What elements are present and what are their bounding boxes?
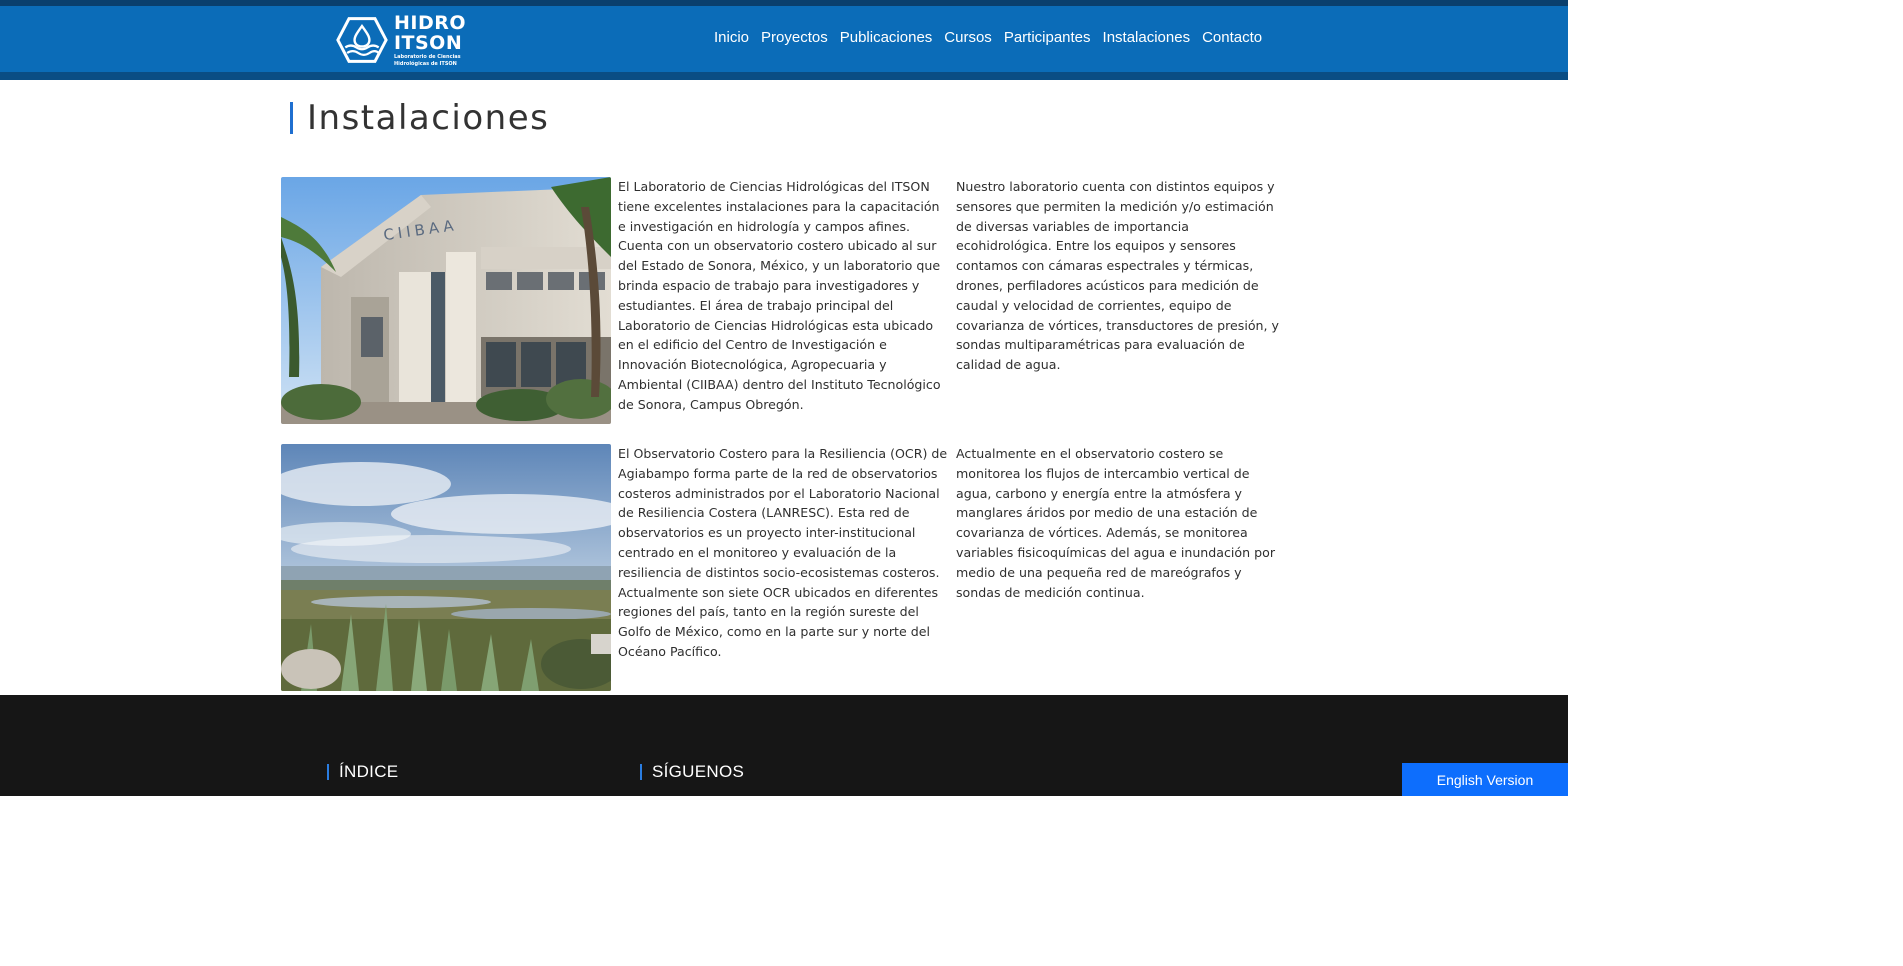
section-2-text-left: El Observatorio Costero para la Resilien… — [618, 446, 948, 659]
logo-title-line2: ITSON — [393, 32, 463, 54]
nav-instalaciones[interactable]: Instalaciones — [1097, 27, 1197, 49]
page-title-block: Instalaciones — [290, 98, 549, 138]
coastal-landscape-photo — [281, 444, 611, 691]
main-nav: Inicio Proyectos Publicaciones Cursos Pa… — [708, 27, 1268, 49]
nav-publicaciones[interactable]: Publicaciones — [834, 27, 939, 49]
footer-accent-bar — [640, 764, 642, 780]
water-drop-hexagon-logo-icon — [336, 17, 388, 63]
site-footer — [0, 695, 1568, 796]
building-photo: CIIBAA — [281, 177, 611, 424]
section-1-text-left: El Laboratorio de Ciencias Hidrológicas … — [618, 179, 941, 412]
nav-participantes[interactable]: Participantes — [998, 27, 1097, 49]
page-title: Instalaciones — [307, 98, 550, 138]
footer-accent-bar — [327, 764, 329, 780]
site-logo[interactable]: HIDRO ITSON Laboratorio de Ciencias Hidr… — [336, 13, 466, 67]
section-1-text-right: Nuestro laboratorio cuenta con distintos… — [956, 179, 1279, 373]
footer-index-heading: ÍNDICE — [327, 762, 398, 782]
nav-contacto[interactable]: Contacto — [1196, 27, 1268, 49]
nav-cursos[interactable]: Cursos — [938, 27, 998, 49]
english-version-button[interactable]: English Version — [1402, 763, 1568, 796]
header-bottom-strip — [0, 72, 1568, 80]
footer-follow-heading: SÍGUENOS — [640, 762, 744, 782]
logo-subtitle-line1: Laboratorio de Ciencias — [393, 54, 461, 60]
footer-follow-label: SÍGUENOS — [652, 762, 745, 781]
logo-subtitle-line2: Hidrológicas de ITSON — [393, 61, 457, 67]
logo-text: HIDRO ITSON Laboratorio de Ciencias Hidr… — [394, 13, 466, 67]
section-2-text-right: Actualmente en el observatorio costero s… — [956, 446, 1275, 600]
nav-proyectos[interactable]: Proyectos — [755, 27, 834, 49]
nav-inicio[interactable]: Inicio — [708, 27, 755, 49]
title-accent-bar — [290, 102, 293, 134]
footer-index-label: ÍNDICE — [339, 762, 399, 781]
logo-title-line1: HIDRO — [393, 12, 466, 34]
